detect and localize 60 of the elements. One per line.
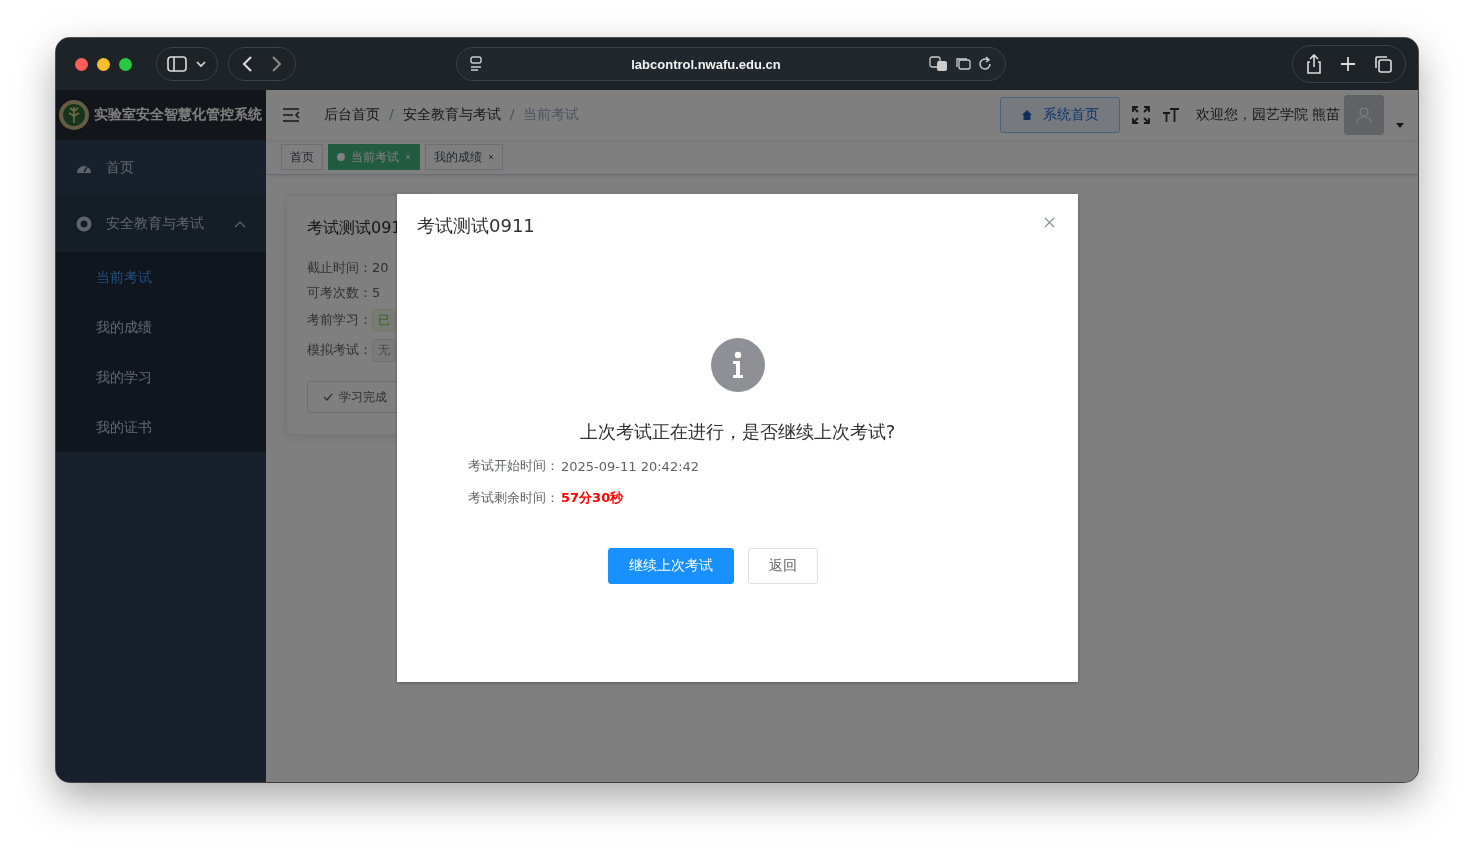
field-label: 截止时间： (307, 258, 372, 277)
breadcrumb-item[interactable]: 后台首页 (324, 106, 380, 124)
chevron-icon (234, 220, 246, 228)
submenu-item[interactable]: 我的学习 (56, 352, 266, 402)
translate-icon[interactable] (929, 56, 949, 72)
forward-icon[interactable] (269, 55, 283, 73)
info-icon (710, 338, 765, 392)
new-tab-icon[interactable] (1339, 55, 1357, 73)
field-label: 考前学习： (307, 311, 372, 329)
page-tab[interactable]: 当前考试 (328, 144, 420, 170)
field-label: 可考次数： (307, 283, 372, 302)
breadcrumb-item[interactable]: 安全教育与考试 (402, 106, 501, 124)
breadcrumb-separator: / (389, 106, 394, 124)
close-icon[interactable] (488, 154, 494, 160)
page-tab[interactable]: 我的成绩 (425, 144, 503, 170)
menu-icon[interactable] (282, 107, 300, 123)
exam-title: 考试测试091 (307, 218, 403, 239)
back-icon[interactable] (241, 55, 255, 73)
info-value: 2025-09-11 20:42:42 (561, 458, 700, 474)
caret-icon[interactable] (1396, 122, 1404, 128)
ring-icon (76, 216, 92, 232)
breadcrumb-separator: / (509, 106, 515, 124)
app-title: 实验室安全智慧化管控系统 (94, 106, 262, 124)
page-menu-icon[interactable] (469, 56, 483, 72)
field-value: 5 (372, 285, 381, 300)
info-label: 考试剩余时间： (468, 489, 559, 507)
share-icon[interactable] (1305, 54, 1323, 74)
home-button[interactable]: 系统首页 (999, 97, 1120, 133)
close-window-button[interactable] (75, 57, 88, 71)
back-button[interactable]: 返回 (747, 548, 818, 584)
font-size-icon[interactable] (1161, 107, 1180, 123)
submenu-item[interactable]: 我的证书 (56, 402, 266, 452)
page-tab[interactable]: 首页 (281, 144, 323, 170)
continue-button[interactable]: 继续上次考试 (607, 548, 734, 584)
menu-item[interactable]: 安全教育与考试 (56, 196, 266, 252)
sidebar-toggle-button[interactable] (156, 47, 218, 81)
tabs-icon[interactable] (955, 56, 971, 72)
sidebar-icon (167, 55, 207, 73)
home-icon (1020, 109, 1033, 121)
minimize-window-button[interactable] (97, 57, 110, 71)
maximize-window-button[interactable] (119, 57, 132, 71)
reload-icon[interactable] (977, 56, 993, 72)
logo-icon (58, 99, 90, 131)
close-icon[interactable] (1044, 217, 1055, 228)
address-bar[interactable]: labcontrol.nwafu.edu.cn (456, 47, 1006, 81)
check-icon (323, 393, 333, 401)
submenu-item[interactable]: 我的成绩 (56, 302, 266, 352)
submenu-item[interactable]: 当前考试 (56, 252, 266, 302)
info-value: 57分30秒 (561, 489, 624, 507)
field-value: 20 (372, 260, 389, 275)
tab-overview-icon[interactable] (1373, 54, 1393, 74)
dialog-title: 考试测试0911 (417, 214, 535, 238)
status-dot (337, 153, 345, 161)
field-label: 模拟考试： (307, 341, 372, 359)
dialog-message: 上次考试正在进行，是否继续上次考试? (579, 420, 896, 444)
fullscreen-icon[interactable] (1131, 106, 1150, 124)
menu-item[interactable]: 首页 (56, 140, 266, 196)
status-tag: 已 (372, 308, 396, 332)
welcome-text: 欢迎您，园艺学院 熊苗 (1195, 106, 1340, 124)
info-label: 考试开始时间： (468, 457, 559, 475)
